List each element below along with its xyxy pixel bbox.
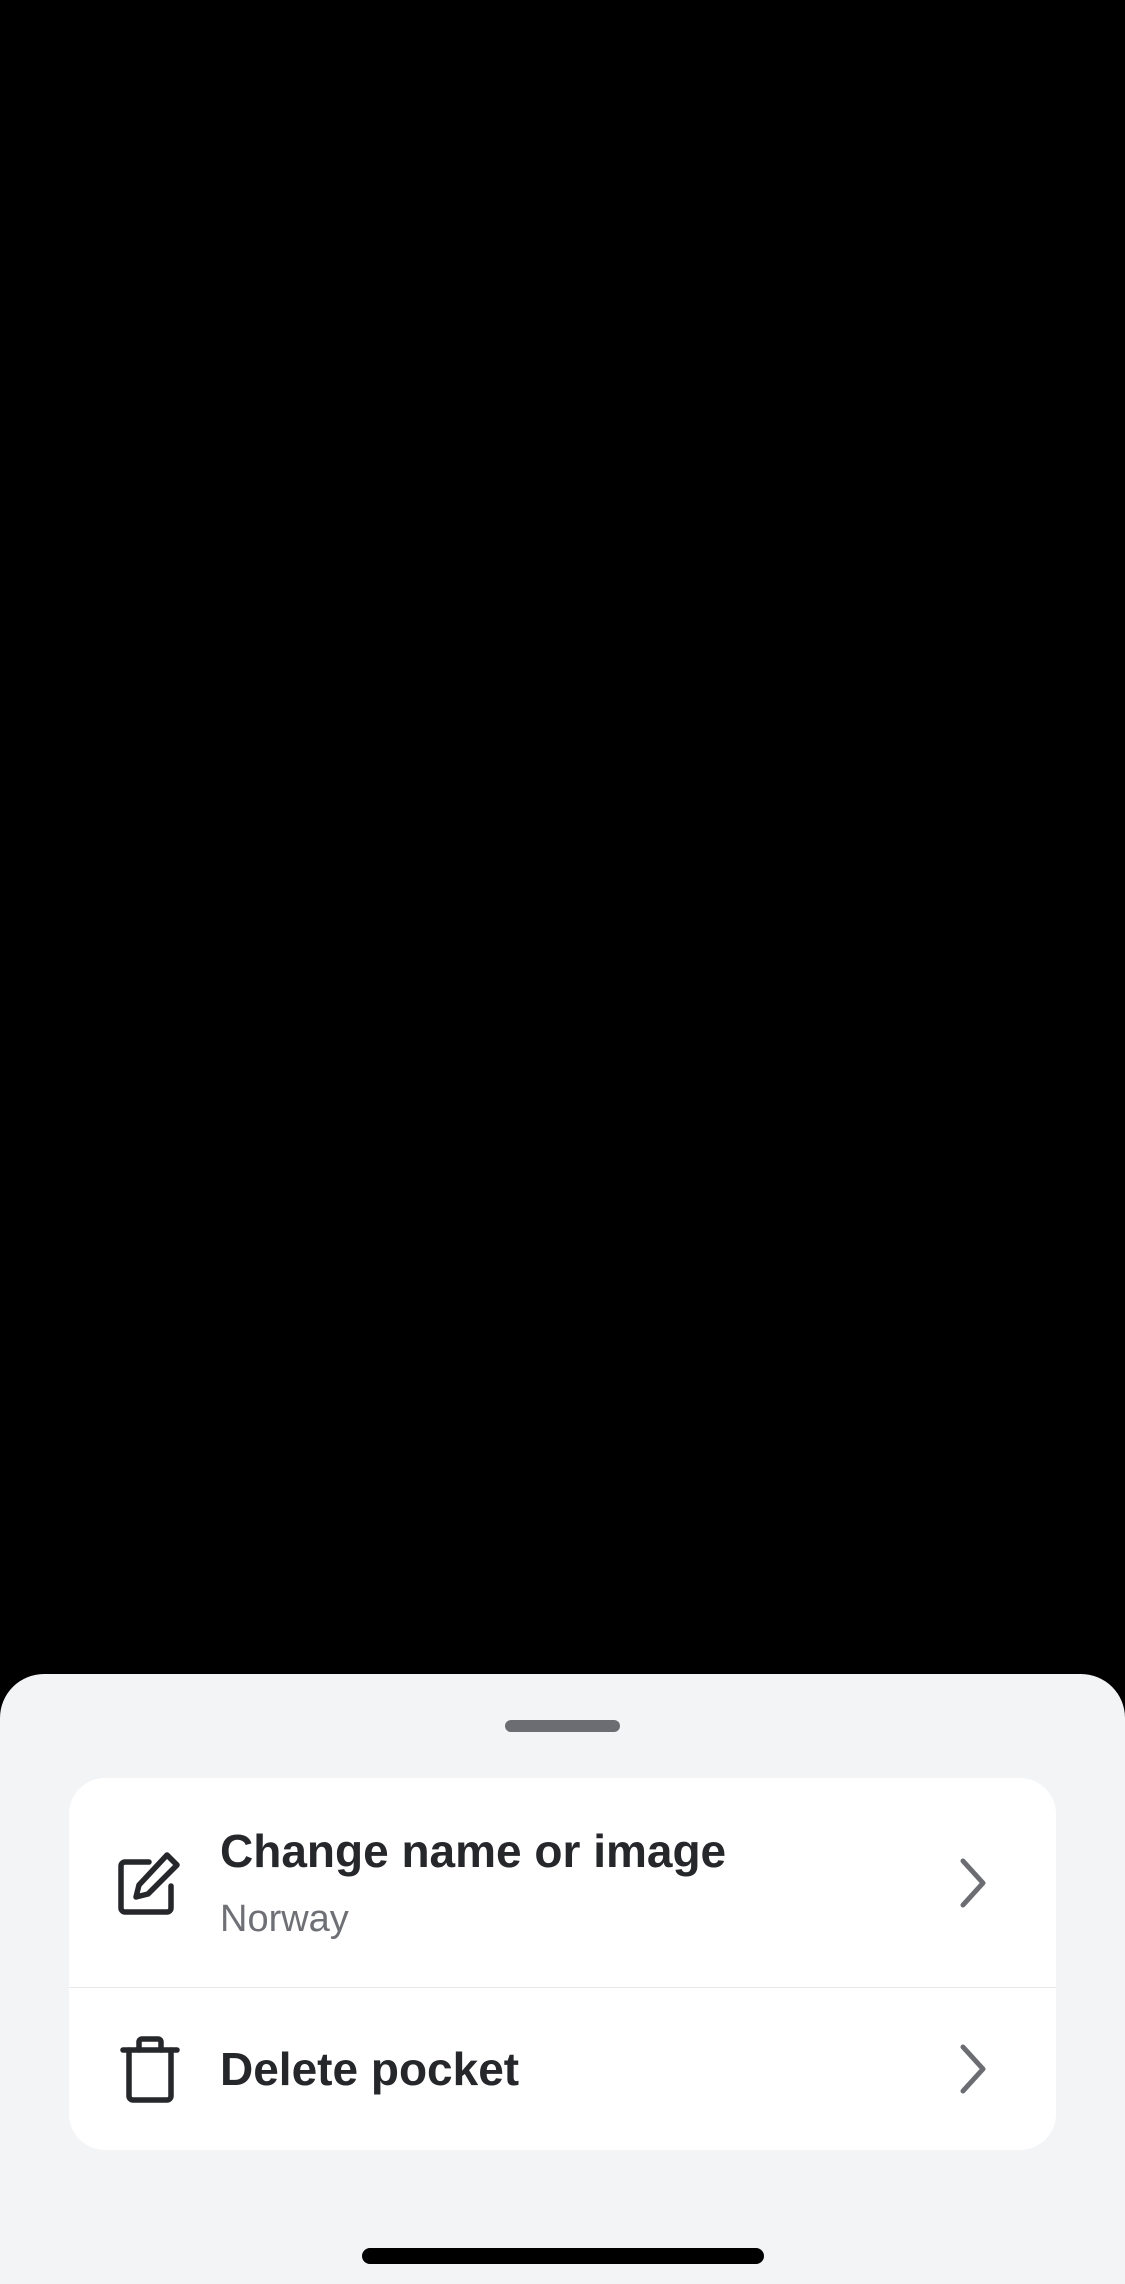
- edit-icon: [115, 1848, 185, 1918]
- home-indicator: [362, 2248, 764, 2264]
- options-card: Change name or image Norway Delete pocke…: [69, 1778, 1056, 2150]
- delete-pocket-item[interactable]: Delete pocket: [69, 1988, 1056, 2150]
- screen: Change name or image Norway Delete pocke…: [0, 0, 1125, 2284]
- chevron-right-icon: [953, 2039, 993, 2099]
- change-name-or-image-item[interactable]: Change name or image Norway: [69, 1778, 1056, 1987]
- delete-pocket-label: Delete pocket: [220, 2043, 520, 2095]
- dimmed-backdrop[interactable]: [0, 0, 1125, 1674]
- change-name-or-image-label: Change name or image: [220, 1825, 727, 1877]
- trash-icon: [115, 2034, 185, 2104]
- pocket-name-value: Norway: [220, 1898, 349, 1940]
- bottom-sheet: Change name or image Norway Delete pocke…: [0, 1674, 1125, 2284]
- chevron-right-icon: [953, 1853, 993, 1913]
- sheet-grabber-handle[interactable]: [505, 1720, 620, 1732]
